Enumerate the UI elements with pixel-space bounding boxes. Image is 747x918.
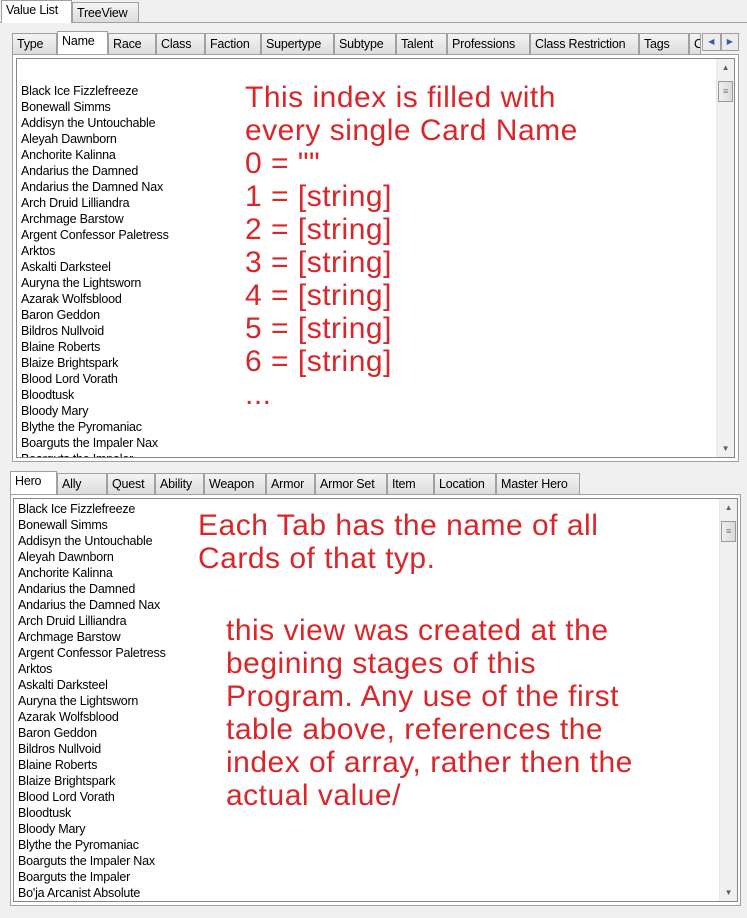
scrollbar[interactable]: ▲ ≡ ▼ <box>719 499 737 901</box>
tab-faction[interactable]: Faction <box>205 33 261 54</box>
annotation-line: 4 = [string] <box>245 279 392 312</box>
annotation-line: ... <box>245 378 272 411</box>
tab-name[interactable]: Name <box>57 31 108 54</box>
tab-treeview[interactable]: TreeView <box>72 2 139 23</box>
annotation-line: Program. Any use of the first <box>226 680 620 713</box>
tab-talent[interactable]: Talent <box>396 33 447 54</box>
list-item[interactable]: Boarguts the Impaler Nax <box>14 853 737 869</box>
tab-race[interactable]: Race <box>108 33 156 54</box>
annotation-line: table above, references the <box>226 713 604 746</box>
annotation-line: actual value/ <box>226 779 401 812</box>
tab-quest[interactable]: Quest <box>107 473 155 494</box>
annotation-bottom-1: Each Tab has the name of all Cards of tha… <box>198 509 598 575</box>
annotation-line: Cards of that typ. <box>198 542 436 575</box>
list-item[interactable]: Blythe the Pyromaniac <box>17 419 734 435</box>
annotation-line: index of array, rather then the <box>226 746 633 779</box>
list-item[interactable]: Blythe the Pyromaniac <box>14 837 737 853</box>
annotation-line: 0 = "" <box>245 147 321 180</box>
list-item[interactable]: Boarguts the Impaler <box>17 451 734 457</box>
annotation-bottom-2: this view was created at the begining sta… <box>226 614 633 812</box>
list-item[interactable]: Bloody Mary <box>14 821 737 837</box>
annotation-line: 6 = [string] <box>245 345 392 378</box>
tab-class-restriction[interactable]: Class Restriction <box>530 33 639 54</box>
tab-ability[interactable]: Ability <box>155 473 204 494</box>
tab-ally[interactable]: Ally <box>57 473 107 494</box>
annotation-line: 2 = [string] <box>245 213 392 246</box>
tab-hero[interactable]: Hero <box>10 471 57 494</box>
scroll-down-icon[interactable]: ▼ <box>717 440 734 457</box>
tab-armor-set[interactable]: Armor Set <box>315 473 387 494</box>
tab-armor[interactable]: Armor <box>266 473 315 494</box>
annotation-line: every single Card Name <box>245 114 578 147</box>
list-item[interactable]: Andarius the Damned Nax <box>14 597 737 613</box>
scrollbar[interactable]: ▲ ≡ ▼ <box>716 59 734 457</box>
annotation-line: begining stages of this <box>226 647 537 680</box>
scroll-up-icon[interactable]: ▲ <box>720 499 737 516</box>
tab-class[interactable]: Class <box>156 33 205 54</box>
tab-scroll-right-icon[interactable]: ▶ <box>720 33 739 51</box>
list-item[interactable]: Bo'ja Arcanist Absolute <box>14 885 737 901</box>
annotation-line: 5 = [string] <box>245 312 392 345</box>
annotation-line: this view was created at the <box>226 614 609 647</box>
tab-tags[interactable]: Tags <box>639 33 689 54</box>
annotation-line: 1 = [string] <box>245 180 392 213</box>
tab-scroll-buttons: ◀ ▶ <box>702 33 739 51</box>
annotation-line: Each Tab has the name of all <box>198 509 599 542</box>
tab-weapon[interactable]: Weapon <box>204 473 266 494</box>
annotation-top: This index is filled with every single Ca… <box>245 81 578 411</box>
tab-professions[interactable]: Professions <box>447 33 530 54</box>
scroll-thumb[interactable]: ≡ <box>718 81 733 102</box>
scroll-down-icon[interactable]: ▼ <box>720 884 737 901</box>
tab-value-list[interactable]: Value List <box>1 0 72 23</box>
tab-c[interactable]: C <box>689 33 701 54</box>
annotation-line: 3 = [string] <box>245 246 392 279</box>
tab-type[interactable]: Type <box>12 33 57 54</box>
tab-master-hero[interactable]: Master Hero <box>496 473 580 494</box>
list-item[interactable]: Andarius the Damned <box>14 581 737 597</box>
list-item[interactable]: Boarguts the Impaler Nax <box>17 435 734 451</box>
tab-item[interactable]: Item <box>387 473 434 494</box>
tab-scroll-left-icon[interactable]: ◀ <box>702 33 721 51</box>
scroll-thumb[interactable]: ≡ <box>721 521 736 542</box>
scroll-up-icon[interactable]: ▲ <box>717 59 734 76</box>
tab-location[interactable]: Location <box>434 473 496 494</box>
tab-supertype[interactable]: Supertype <box>261 33 334 54</box>
tab-subtype[interactable]: Subtype <box>334 33 396 54</box>
top-divider <box>0 22 747 23</box>
annotation-line: This index is filled with <box>245 81 556 114</box>
list-item[interactable]: Boarguts the Impaler <box>14 869 737 885</box>
